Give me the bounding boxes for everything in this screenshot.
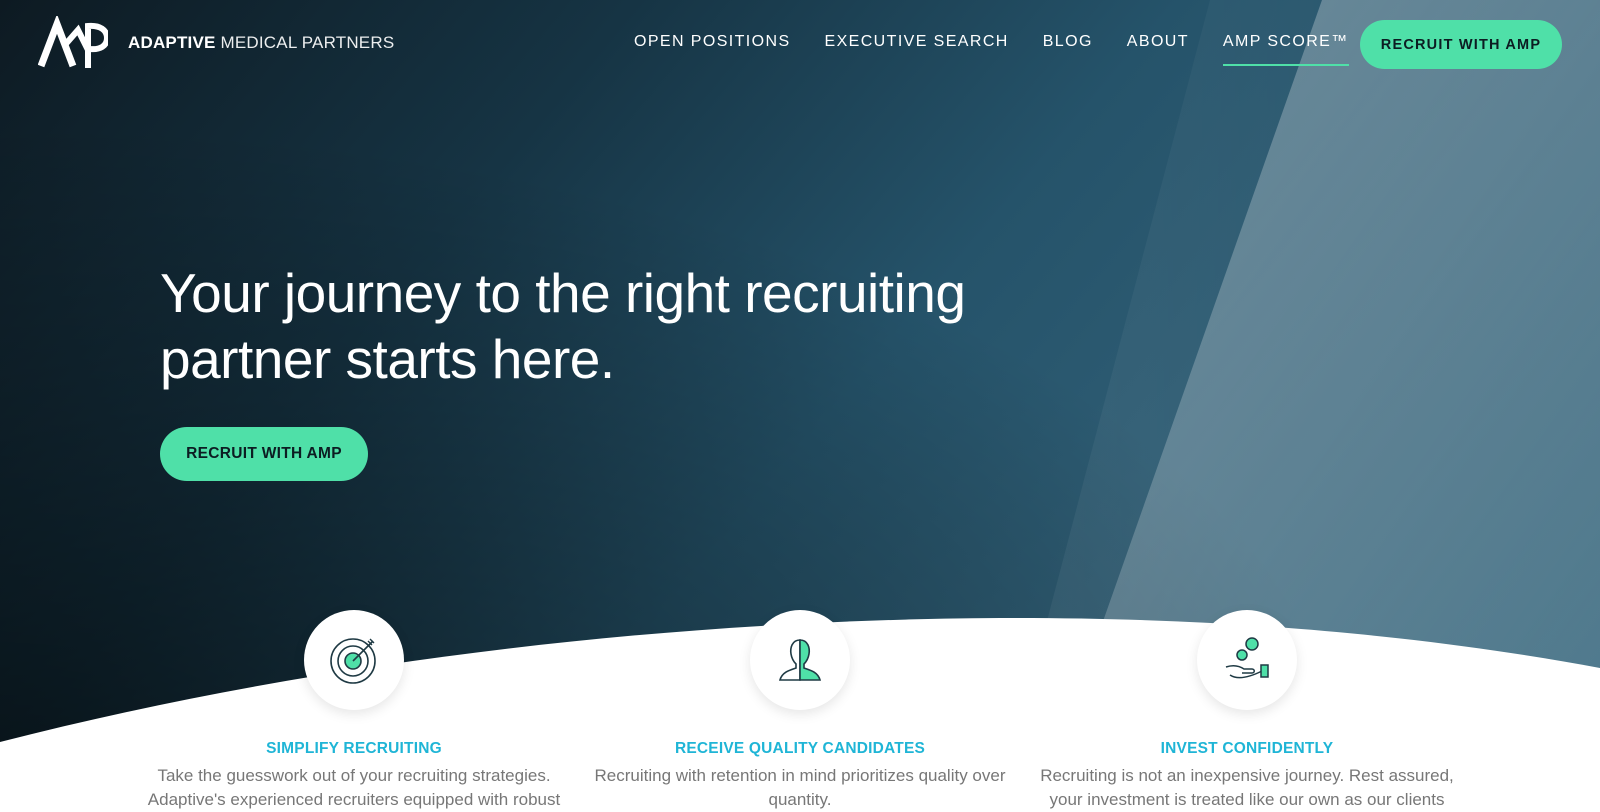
brand-name[interactable]: ADAPTIVE MEDICAL PARTNERS — [128, 33, 394, 53]
feature-title: INVEST CONFIDENTLY — [1160, 740, 1334, 757]
target-icon — [330, 638, 376, 684]
feature-icon-circle — [304, 610, 404, 710]
feature-simplify-recruiting: SIMPLIFY RECRUITING Take the guesswork o… — [134, 610, 574, 812]
nav-open-positions[interactable]: OPEN POSITIONS — [634, 33, 791, 51]
candidate-profile-icon — [778, 639, 822, 681]
nav-blog[interactable]: BLOG — [1043, 33, 1093, 51]
amp-logo-icon[interactable] — [38, 16, 108, 70]
feature-icon-circle — [750, 610, 850, 710]
hero-headline: Your journey to the right recruiting par… — [160, 262, 966, 390]
feature-invest-confidently: INVEST CONFIDENTLY Recruiting is not an … — [1027, 610, 1467, 812]
feature-title: RECEIVE QUALITY CANDIDATES — [674, 740, 926, 757]
nav-amp-score[interactable]: AMP SCORE™ — [1222, 33, 1349, 66]
brand-name-light: MEDICAL PARTNERS — [220, 33, 395, 52]
feature-description: Recruiting with retention in mind priori… — [594, 766, 1006, 809]
brand-name-strong: ADAPTIVE — [128, 33, 216, 52]
header-recruit-button[interactable]: RECRUIT WITH AMP — [1360, 20, 1562, 69]
hero-recruit-button[interactable]: RECRUIT WITH AMP — [160, 427, 368, 481]
feature-description: Take the guesswork out of your recruitin… — [147, 766, 561, 809]
feature-title: SIMPLIFY RECRUITING — [266, 740, 442, 757]
site-header: ADAPTIVE MEDICAL PARTNERS OPEN POSITIONS… — [0, 0, 1600, 90]
hand-coins-icon — [1225, 637, 1269, 679]
feature-icon-circle — [1197, 610, 1297, 710]
nav-about[interactable]: ABOUT — [1127, 33, 1189, 51]
feature-description: Recruiting is not an inexpensive journey… — [1040, 766, 1454, 809]
feature-quality-candidates: RECEIVE QUALITY CANDIDATES Recruiting wi… — [580, 610, 1020, 812]
main-nav: OPEN POSITIONS EXECUTIVE SEARCH BLOG ABO… — [634, 33, 1383, 66]
nav-executive-search[interactable]: EXECUTIVE SEARCH — [825, 33, 1009, 51]
